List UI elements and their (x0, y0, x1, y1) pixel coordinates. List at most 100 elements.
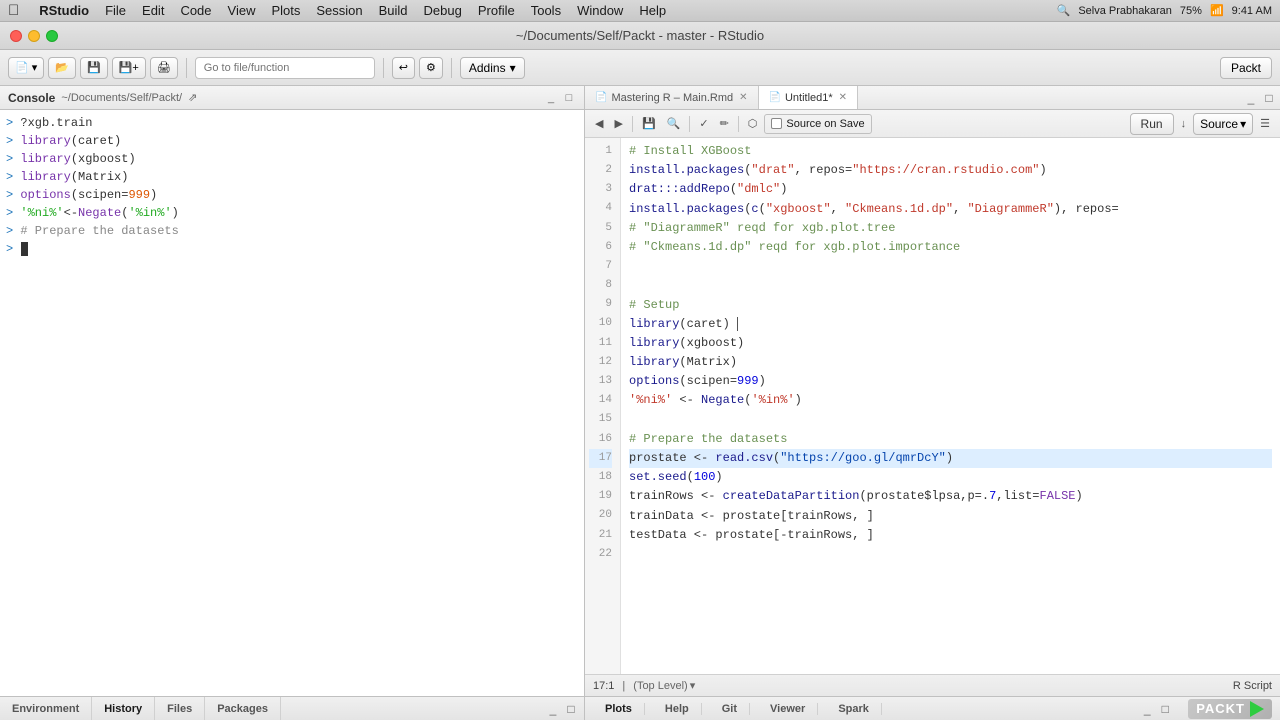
line-num-12: 12 (589, 353, 612, 372)
history-tab[interactable]: History (92, 697, 155, 720)
console-command: library (20, 132, 70, 150)
tools-menu[interactable]: Tools (531, 3, 561, 18)
source-button[interactable]: Source ▾ (1193, 113, 1253, 135)
spark-tab[interactable]: Spark (826, 703, 882, 715)
minimize-button[interactable] (28, 30, 40, 42)
help-tab[interactable]: Help (653, 703, 702, 715)
new-file-button[interactable]: 📄 ▾ (8, 57, 44, 79)
find-button[interactable]: 🔍 (663, 114, 685, 134)
line-num-4: 4 (589, 200, 612, 219)
addins-button[interactable]: Addins ▾ (460, 57, 525, 79)
plots-menu[interactable]: Plots (271, 3, 300, 18)
debug-menu[interactable]: Debug (424, 3, 462, 18)
console-command: # Prepare the datasets (20, 222, 178, 240)
tab-untitled1-close[interactable]: ✕ (839, 92, 847, 103)
r-script-indicator: R Script (1233, 680, 1272, 692)
line-num-2: 2 (589, 161, 612, 180)
profile-menu[interactable]: Profile (478, 3, 515, 18)
edit-icon-button[interactable]: ✏ (716, 114, 733, 134)
source-on-save-toggle[interactable]: Source on Save (764, 114, 871, 134)
save-script-button[interactable]: 💾 (638, 114, 660, 134)
run-continue-button[interactable]: ↓ (1177, 114, 1191, 134)
code-token: ) (715, 468, 722, 487)
line-num-7: 7 (589, 257, 612, 276)
console-maximize-button[interactable]: □ (562, 91, 576, 105)
check-button[interactable]: ✓ (695, 114, 712, 134)
text-cursor (737, 317, 738, 331)
save-file-button[interactable]: 💾 (80, 57, 108, 79)
viewer-tab[interactable]: Viewer (758, 703, 818, 715)
line-num-8: 8 (589, 276, 612, 295)
bottom-right-maximize[interactable]: □ (1158, 702, 1172, 716)
files-tab[interactable]: Files (155, 697, 205, 720)
spotlight-icon[interactable]: 🔍 (1057, 4, 1071, 17)
save-all-button[interactable]: 💾+ (112, 57, 146, 79)
tab-main-rmd-close[interactable]: ✕ (739, 92, 747, 103)
console-line: > ?xgb.train (6, 114, 578, 132)
code-content[interactable]: # Install XGBoost install.packages("drat… (621, 138, 1280, 674)
console-line: > '%ni%' <- Negate('%in%') (6, 204, 578, 222)
tab-main-rmd[interactable]: 📄 Mastering R – Main.Rmd ✕ (585, 86, 759, 109)
editor-minimize-button[interactable]: _ (1244, 91, 1258, 105)
code-token: # Setup (629, 296, 679, 315)
code-token: '%in%' (751, 391, 794, 410)
close-button[interactable] (10, 30, 22, 42)
packt-button[interactable]: Packt (1220, 57, 1272, 79)
code-token: library (629, 315, 679, 334)
packt-play-icon (1250, 701, 1264, 717)
undo-button[interactable]: ↩ (392, 57, 415, 79)
more-options-button[interactable]: ☰ (1256, 114, 1274, 134)
edit-menu[interactable]: Edit (142, 3, 164, 18)
plots-tab[interactable]: Plots (593, 703, 645, 715)
rstudio-menu[interactable]: RStudio (39, 3, 89, 18)
wifi-icon: 📶 (1210, 4, 1224, 17)
packages-tab[interactable]: Packages (205, 697, 281, 720)
code-menu[interactable]: Code (180, 3, 211, 18)
git-tab[interactable]: Git (710, 703, 750, 715)
tab-untitled1[interactable]: 📄 Untitled1* ✕ (759, 86, 859, 109)
addins-chevron-icon: ▾ (510, 61, 516, 75)
run-button[interactable]: Run (1130, 113, 1174, 135)
knit-button[interactable]: ⬡ (744, 114, 762, 134)
view-menu[interactable]: View (228, 3, 256, 18)
code-token: "https://goo.gl/qmrDcY" (780, 449, 946, 468)
console-command: '%in%' (128, 204, 171, 222)
session-menu[interactable]: Session (316, 3, 362, 18)
go-to-file-input[interactable] (195, 57, 375, 79)
options-button[interactable]: ⚙ (419, 57, 443, 79)
code-line-22 (629, 545, 1272, 564)
code-line-19: trainRows <- createDataPartition(prostat… (629, 487, 1272, 506)
console-body[interactable]: > ?xgb.train > library(caret) > library(… (0, 110, 584, 696)
build-menu[interactable]: Build (379, 3, 408, 18)
editor-panel: 📄 Mastering R – Main.Rmd ✕ 📄 Untitled1* … (585, 86, 1280, 696)
source-on-save-checkbox[interactable] (771, 118, 782, 129)
console-minimize-button[interactable]: _ (544, 91, 558, 105)
status-level[interactable]: (Top Level) ▾ (633, 679, 695, 692)
code-token: "drat" (751, 161, 794, 180)
help-menu[interactable]: Help (639, 3, 666, 18)
code-editor[interactable]: 1 2 3 4 5 6 7 8 9 10 11 12 13 14 15 16 1… (585, 138, 1280, 674)
nav-back-button[interactable]: ◀ (591, 114, 607, 134)
open-file-button[interactable]: 📂 (48, 57, 76, 79)
maximize-button[interactable] (46, 30, 58, 42)
nav-forward-button[interactable]: ▶ (610, 114, 626, 134)
window-menu[interactable]: Window (577, 3, 623, 18)
console-tab[interactable]: Console (8, 91, 55, 105)
apple-menu[interactable]:  (8, 2, 19, 19)
bottom-left-minimize[interactable]: _ (546, 702, 560, 716)
code-line-17: prostate <- read.csv("https://goo.gl/qmr… (629, 449, 1272, 468)
file-menu[interactable]: File (105, 3, 126, 18)
console-line: > options(scipen=999) (6, 186, 578, 204)
environment-tab[interactable]: Environment (0, 697, 92, 720)
code-token: ( (744, 391, 751, 410)
console-command: options (20, 186, 70, 204)
code-token: "https://cran.rstudio.com" (852, 161, 1039, 180)
code-token: (Matrix) (679, 353, 737, 372)
console-command: (scipen= (71, 186, 129, 204)
console-cursor (21, 242, 28, 256)
bottom-left-maximize[interactable]: □ (564, 702, 578, 716)
bottom-right-minimize[interactable]: _ (1140, 702, 1154, 716)
editor-maximize-button[interactable]: □ (1262, 91, 1276, 105)
code-token: # "DiagrammeR" reqd for xgb.plot.tree (629, 219, 895, 238)
print-button[interactable]: 🖨 (150, 57, 178, 79)
